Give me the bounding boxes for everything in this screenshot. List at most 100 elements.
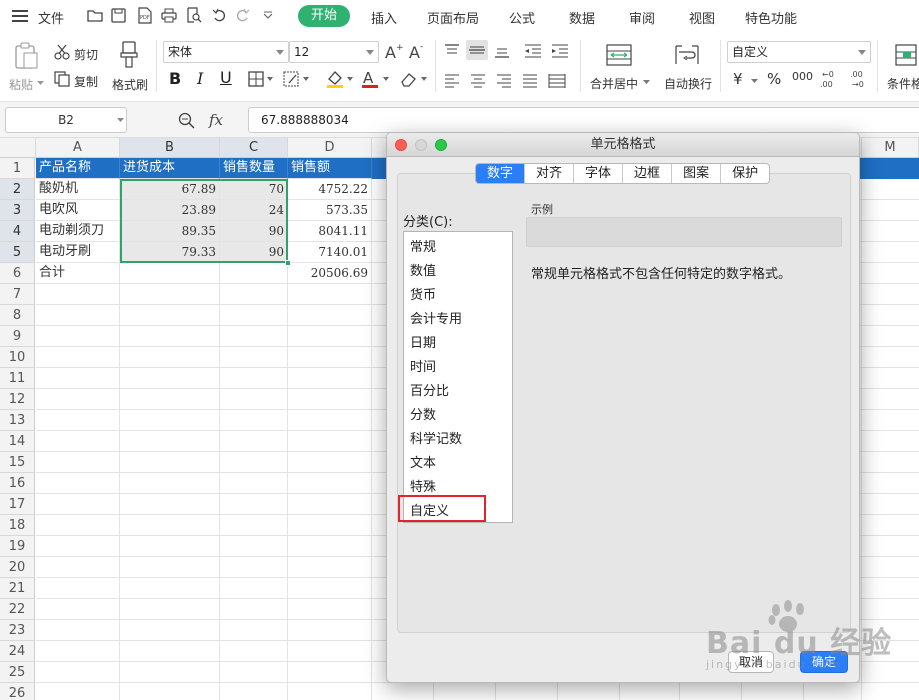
font-color-icon[interactable]: A (361, 69, 391, 89)
align-right-icon[interactable] (496, 74, 512, 88)
align-center-icon[interactable] (470, 74, 486, 88)
table-cell[interactable]: 573.35 (288, 200, 372, 221)
category-accounting[interactable]: 会计专用 (410, 308, 462, 327)
percent-button[interactable]: % (767, 70, 781, 88)
font-name-combo[interactable]: 宋体 (163, 41, 289, 63)
category-special[interactable]: 特殊 (410, 476, 436, 495)
open-folder-icon[interactable] (87, 8, 103, 22)
row-header[interactable]: 13 (0, 410, 35, 431)
table-header-cell[interactable]: 进货成本 (120, 158, 220, 179)
table-cell[interactable]: 7140.01 (288, 242, 372, 263)
row-header[interactable]: 17 (0, 494, 35, 515)
column-header-m[interactable]: M (862, 138, 919, 158)
undo-icon[interactable] (212, 8, 226, 22)
row-header[interactable]: 18 (0, 515, 35, 536)
bold-button[interactable]: B (169, 69, 181, 88)
tab-pattern[interactable]: 图案 (672, 164, 722, 183)
decrease-indent-icon[interactable] (524, 44, 542, 58)
tab-number[interactable]: 数字 (476, 164, 526, 183)
category-number[interactable]: 数值 (410, 260, 436, 279)
row-header[interactable]: 2 (0, 179, 35, 200)
merge-center-icon[interactable] (606, 44, 632, 66)
table-cell[interactable]: 电动牙刷 (36, 242, 120, 263)
row-header[interactable]: 6 (0, 263, 35, 284)
table-cell[interactable]: 电动剃须刀 (36, 221, 120, 242)
conditional-format-icon[interactable] (895, 44, 917, 66)
table-header-cell[interactable]: 销售额 (288, 158, 372, 179)
tab-review[interactable]: 审阅 (629, 8, 655, 27)
italic-button[interactable]: I (197, 69, 203, 88)
decrease-decimal-icon[interactable]: .00 →0 (850, 69, 870, 89)
row-header[interactable]: 12 (0, 389, 35, 410)
row-header[interactable]: 3 (0, 200, 35, 221)
table-header-cell[interactable]: 销售数量 (220, 158, 288, 179)
font-size-combo[interactable]: 12 (289, 41, 379, 63)
redo-icon[interactable] (236, 8, 250, 22)
row-header[interactable]: 1 (0, 158, 35, 179)
tab-border[interactable]: 边框 (623, 164, 673, 183)
fill-handle[interactable] (285, 260, 291, 266)
copy-icon[interactable] (54, 71, 70, 87)
clear-format-icon[interactable] (399, 70, 429, 88)
hamburger-menu-icon[interactable] (12, 9, 28, 23)
conditional-format-button[interactable]: 条件格 (887, 75, 919, 92)
row-header[interactable]: 22 (0, 599, 35, 620)
currency-button[interactable]: ¥ (733, 70, 743, 88)
tab-special-features[interactable]: 特色功能 (745, 8, 797, 27)
row-header[interactable]: 15 (0, 452, 35, 473)
copy-label[interactable]: 复制 (74, 73, 98, 90)
align-left-icon[interactable] (444, 74, 460, 88)
row-header[interactable]: 10 (0, 347, 35, 368)
paste-dropdown-icon[interactable] (37, 81, 44, 86)
thousands-separator-button[interactable]: 000 (792, 70, 813, 83)
row-header[interactable]: 23 (0, 620, 35, 641)
category-text[interactable]: 文本 (410, 452, 436, 471)
increase-font-size-icon[interactable]: A + (385, 42, 403, 60)
select-all-corner[interactable] (0, 138, 36, 158)
category-list[interactable]: 常规 数值 货币 会计专用 日期 时间 百分比 分数 科学记数 文本 特殊 自定… (403, 231, 513, 523)
increase-decimal-icon[interactable]: ←0.00 (820, 69, 840, 89)
row-header[interactable]: 5 (0, 242, 35, 263)
table-header-cell[interactable]: 产品名称 (36, 158, 120, 179)
save-icon[interactable] (111, 8, 126, 23)
column-header-c[interactable]: C (220, 138, 288, 158)
row-header[interactable]: 26 (0, 683, 35, 700)
row-header[interactable]: 8 (0, 305, 35, 326)
row-header[interactable]: 11 (0, 368, 35, 389)
category-time[interactable]: 时间 (410, 356, 436, 375)
tab-alignment[interactable]: 对齐 (525, 164, 575, 183)
format-painter-label[interactable]: 格式刷 (112, 76, 148, 93)
wrap-text-button[interactable]: 自动换行 (664, 75, 712, 92)
name-box-dropdown-icon[interactable] (117, 118, 124, 123)
borders-icon[interactable] (248, 71, 274, 87)
justify-icon[interactable] (522, 74, 538, 88)
tab-start[interactable]: 开始 (298, 5, 350, 27)
row-header[interactable]: 21 (0, 578, 35, 599)
row-header[interactable]: 9 (0, 326, 35, 347)
underline-button[interactable]: U (220, 68, 232, 87)
table-cell[interactable]: 合计 (36, 263, 120, 284)
tab-formulas[interactable]: 公式 (509, 8, 535, 27)
row-header[interactable]: 19 (0, 536, 35, 557)
table-cell[interactable]: 电吹风 (36, 200, 120, 221)
fill-color-icon[interactable] (325, 69, 355, 89)
cut-icon[interactable] (54, 44, 70, 60)
table-cell[interactable]: 8041.11 (288, 221, 372, 242)
menu-file[interactable]: 文件 (38, 8, 64, 27)
tab-view[interactable]: 视图 (689, 8, 715, 27)
print-icon[interactable] (161, 8, 177, 23)
table-cell[interactable] (220, 263, 288, 284)
category-scientific[interactable]: 科学记数 (410, 428, 462, 447)
currency-dropdown-icon[interactable] (751, 79, 758, 84)
row-header[interactable]: 24 (0, 641, 35, 662)
fill-style-icon[interactable] (283, 71, 311, 87)
tab-insert[interactable]: 插入 (371, 8, 397, 27)
merge-dropdown-icon[interactable] (643, 80, 650, 85)
column-header-a[interactable]: A (36, 138, 120, 158)
print-preview-icon[interactable] (186, 7, 202, 23)
row-header[interactable]: 14 (0, 431, 35, 452)
cut-label[interactable]: 剪切 (74, 46, 98, 63)
export-pdf-icon[interactable]: PDF (137, 7, 152, 24)
tab-font[interactable]: 字体 (574, 164, 624, 183)
table-cell[interactable]: 酸奶机 (36, 179, 120, 200)
